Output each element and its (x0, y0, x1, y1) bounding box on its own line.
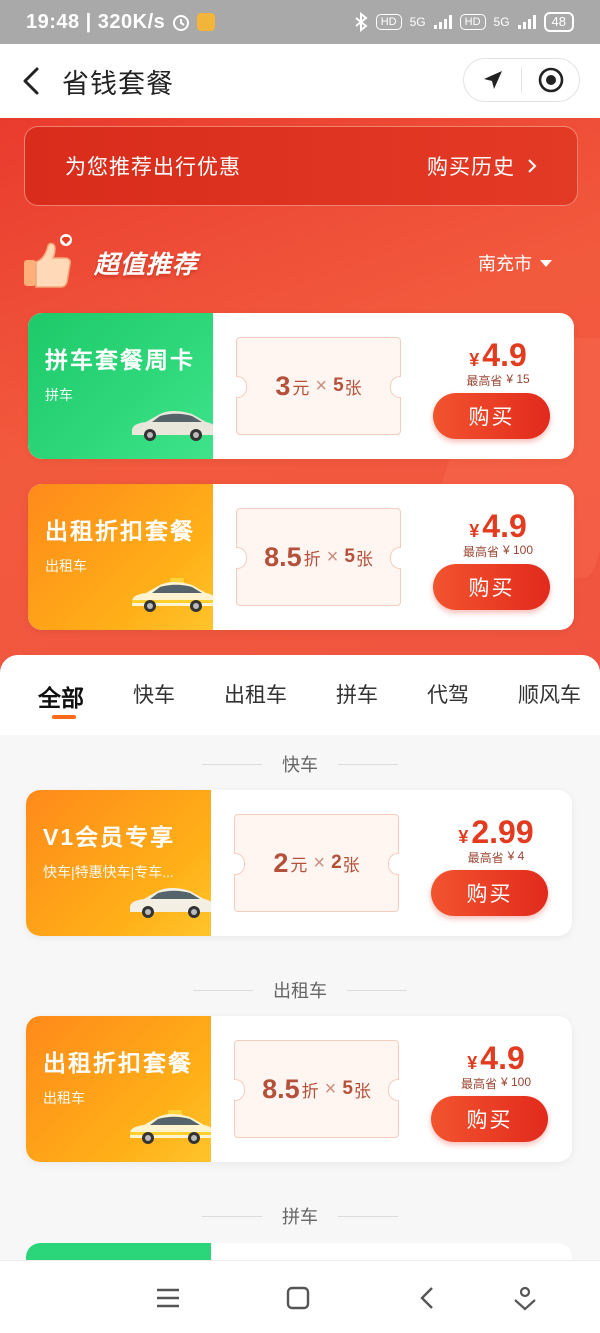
caret-down-icon (540, 259, 552, 267)
price-block: ¥2.99 最高省 ¥ 4 (458, 814, 534, 865)
offer-sub: 出租车 (45, 558, 87, 574)
price-block: ¥4.9 最高省 ¥ 15 (466, 337, 530, 388)
offer-name: 拼车套餐周卡 (45, 347, 195, 373)
tab-express[interactable]: 快车 (133, 679, 175, 719)
offer-sub: 快车|特惠快车|专车... (43, 864, 174, 880)
net-speed: 320K/s (97, 10, 166, 33)
purchase-history-link[interactable]: 购买历史 (427, 151, 537, 181)
offer-card-taxi-discount-2[interactable]: 出租折扣套餐 出租车 8.5 折 × 5 张 ¥4.9 最高省 ¥ 100 购买 (26, 1016, 572, 1162)
buy-button[interactable]: 购买 (433, 393, 550, 439)
mini-program-capsule (463, 58, 580, 102)
notification-app-icon (197, 13, 216, 31)
back-button[interactable] (0, 44, 62, 118)
section-label-express: 快车 (0, 751, 600, 777)
signal-icon (433, 15, 452, 29)
price: 2.99 (471, 814, 534, 850)
package-list-sheet: 全部 快车 出租车 拼车 代驾 顺风车 快车 V1会员专享 快车|特惠快车|专车… (0, 655, 600, 1265)
location-arrow-icon (483, 71, 502, 89)
offer-card-taxi-discount[interactable]: 出租折扣套餐 出租车 8.5 折 × 5 张 ¥4.9 最高省 ¥ 100 购买 (28, 484, 574, 630)
system-nav-bar (0, 1260, 600, 1333)
active-tab-indicator (52, 715, 76, 719)
location-button[interactable] (464, 59, 521, 101)
price-block: ¥4.9 最高省 ¥ 100 (460, 1040, 532, 1091)
status-time: 19:48 (26, 10, 80, 33)
price: 4.9 (482, 337, 527, 373)
car-icon (132, 411, 213, 441)
city-selector[interactable]: 南充市 (478, 250, 552, 276)
taxi-icon (132, 578, 213, 612)
close-miniprogram-button[interactable] (522, 59, 579, 101)
coupon-ticket: 8.5 折 × 5 张 (236, 508, 401, 606)
menu-button[interactable] (151, 1281, 185, 1315)
coupon-ticket: 2 元 × 2 张 (234, 814, 399, 912)
hd-badge-2: HD (459, 14, 486, 30)
hd-badge: HD (375, 14, 402, 30)
back-triangle-icon (420, 1287, 433, 1309)
promo-text: 为您推荐出行优惠 (65, 156, 241, 179)
nav-back-button[interactable] (410, 1281, 444, 1315)
assistant-icon (514, 1286, 536, 1311)
menu-icon (157, 1288, 179, 1308)
hero-section: 为您推荐出行优惠 购买历史 超值推荐 南充市 拼车套餐周卡 拼车 3 元 × 5 (0, 118, 600, 680)
tab-hitch[interactable]: 顺风车 (518, 679, 581, 719)
car-icon (130, 888, 211, 918)
bluetooth-icon (355, 12, 368, 32)
alarm-icon (173, 15, 190, 31)
offer-name: V1会员专享 (43, 824, 176, 850)
tab-all[interactable]: 全部 (38, 679, 84, 719)
battery-icon: 48 (543, 12, 574, 32)
price: 4.9 (482, 508, 527, 544)
recommend-title: 超值推荐 (94, 251, 199, 279)
buy-button[interactable]: 购买 (431, 1096, 548, 1142)
coupon-ticket: 8.5 折 × 5 张 (234, 1040, 399, 1138)
category-tabs: 全部 快车 出租车 拼车 代驾 顺风车 (0, 679, 600, 719)
promo-banner: 为您推荐出行优惠 购买历史 (24, 126, 578, 206)
network-type-2: 5G (493, 15, 510, 29)
offer-sub: 拼车 (45, 387, 73, 403)
offer-sub: 出租车 (43, 1090, 85, 1106)
home-button[interactable] (281, 1281, 315, 1315)
target-icon (538, 67, 563, 93)
price: 4.9 (480, 1040, 525, 1076)
recommend-header: 超值推荐 南充市 (18, 230, 582, 296)
price-block: ¥4.9 最高省 ¥ 100 (462, 508, 534, 559)
back-arrow-icon (23, 67, 39, 95)
taxi-icon (130, 1110, 211, 1144)
section-label-taxi: 出租车 (0, 977, 600, 1003)
home-square-icon (286, 1286, 310, 1310)
chevron-right-icon (528, 159, 537, 173)
page-header: 省钱套餐 (0, 44, 600, 118)
thumbs-up-icon (24, 234, 72, 288)
offer-card-v1-member[interactable]: V1会员专享 快车|特惠快车|专车... 2 元 × 2 张 ¥2.99 最高省… (26, 790, 572, 936)
offer-name: 出租折扣套餐 (43, 1050, 193, 1076)
signal-icon-2 (517, 15, 536, 29)
coupon-ticket: 3 元 × 5 张 (236, 337, 401, 435)
network-type: 5G (409, 15, 426, 29)
offer-card-carpool-weekly[interactable]: 拼车套餐周卡 拼车 3 元 × 5 张 ¥4.9 最高省 ¥ 15 购买 (28, 313, 574, 459)
buy-button[interactable]: 购买 (431, 870, 548, 916)
section-label-carpool: 拼车 (0, 1203, 600, 1229)
offer-name: 出租折扣套餐 (45, 518, 195, 544)
tab-designated-driver[interactable]: 代驾 (427, 679, 469, 719)
assistant-button[interactable] (508, 1281, 542, 1315)
tab-taxi[interactable]: 出租车 (224, 679, 287, 719)
tab-carpool[interactable]: 拼车 (336, 679, 378, 719)
status-bar: 19:48 | 320K/s HD 5G HD 5G 48 (0, 0, 600, 44)
buy-button[interactable]: 购买 (433, 564, 550, 610)
page-title: 省钱套餐 (62, 68, 174, 99)
